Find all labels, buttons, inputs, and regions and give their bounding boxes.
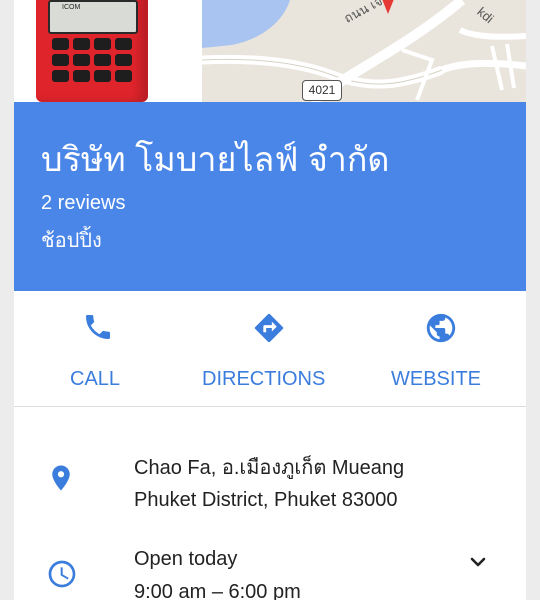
- hours-status: Open today: [134, 548, 238, 570]
- hours-row[interactable]: Open today 9:00 am – 6:00 pm: [14, 542, 526, 600]
- directions-button[interactable]: DIRECTIONS: [196, 291, 346, 406]
- address-row[interactable]: Chao Fa, อ.เมืองภูเก็ต Mueang Phuket Dis…: [14, 447, 526, 527]
- map-thumbnail[interactable]: ถนน เจ้าฟ้าตะวัน kdi 4021: [202, 0, 526, 102]
- call-label: CALL: [70, 368, 121, 390]
- action-bar: CALL DIRECTIONS WEBSITE: [14, 291, 526, 407]
- reviews-link[interactable]: 2 reviews: [41, 191, 125, 215]
- chevron-down-icon[interactable]: [466, 550, 490, 574]
- radio-screen: ICOM: [48, 0, 138, 34]
- directions-icon: [254, 313, 284, 343]
- clock-icon: [48, 560, 76, 588]
- website-button[interactable]: WEBSITE: [386, 291, 506, 406]
- business-category: ช้อปปิ้ง: [41, 230, 102, 252]
- phone-icon: [86, 315, 110, 339]
- radio-device-image: ICOM: [36, 0, 148, 102]
- call-button[interactable]: CALL: [54, 291, 144, 406]
- hours-range: 9:00 am – 6:00 pm: [134, 581, 301, 600]
- place-card: ICOM ถนน เจ้าฟ้าตะวัน kd: [14, 0, 526, 600]
- photo-strip[interactable]: ICOM ถนน เจ้าฟ้าตะวัน kd: [14, 0, 526, 102]
- location-pin-icon: [52, 465, 70, 491]
- address-text: Chao Fa, อ.เมืองภูเก็ต Mueang Phuket Dis…: [134, 452, 404, 516]
- business-name: บริษัท โมบายไลฟ์ จำกัด: [41, 141, 390, 179]
- place-header: บริษัท โมบายไลฟ์ จำกัด 2 reviews ช้อปปิ้…: [14, 102, 526, 291]
- radio-keypad: [52, 38, 138, 94]
- globe-icon: [426, 313, 456, 343]
- website-label: WEBSITE: [391, 368, 482, 390]
- route-shield: 4021: [302, 80, 342, 101]
- address-line-1: Chao Fa, อ.เมืองภูเก็ต Mueang: [134, 457, 405, 479]
- radio-brand-text: ICOM: [62, 4, 81, 11]
- directions-label: DIRECTIONS: [202, 368, 326, 390]
- map-pin-icon: [382, 0, 394, 14]
- radio-photo[interactable]: ICOM: [14, 0, 200, 102]
- address-line-2: Phuket District, Phuket 83000: [134, 489, 398, 511]
- place-details: Chao Fa, อ.เมืองภูเก็ต Mueang Phuket Dis…: [14, 407, 526, 600]
